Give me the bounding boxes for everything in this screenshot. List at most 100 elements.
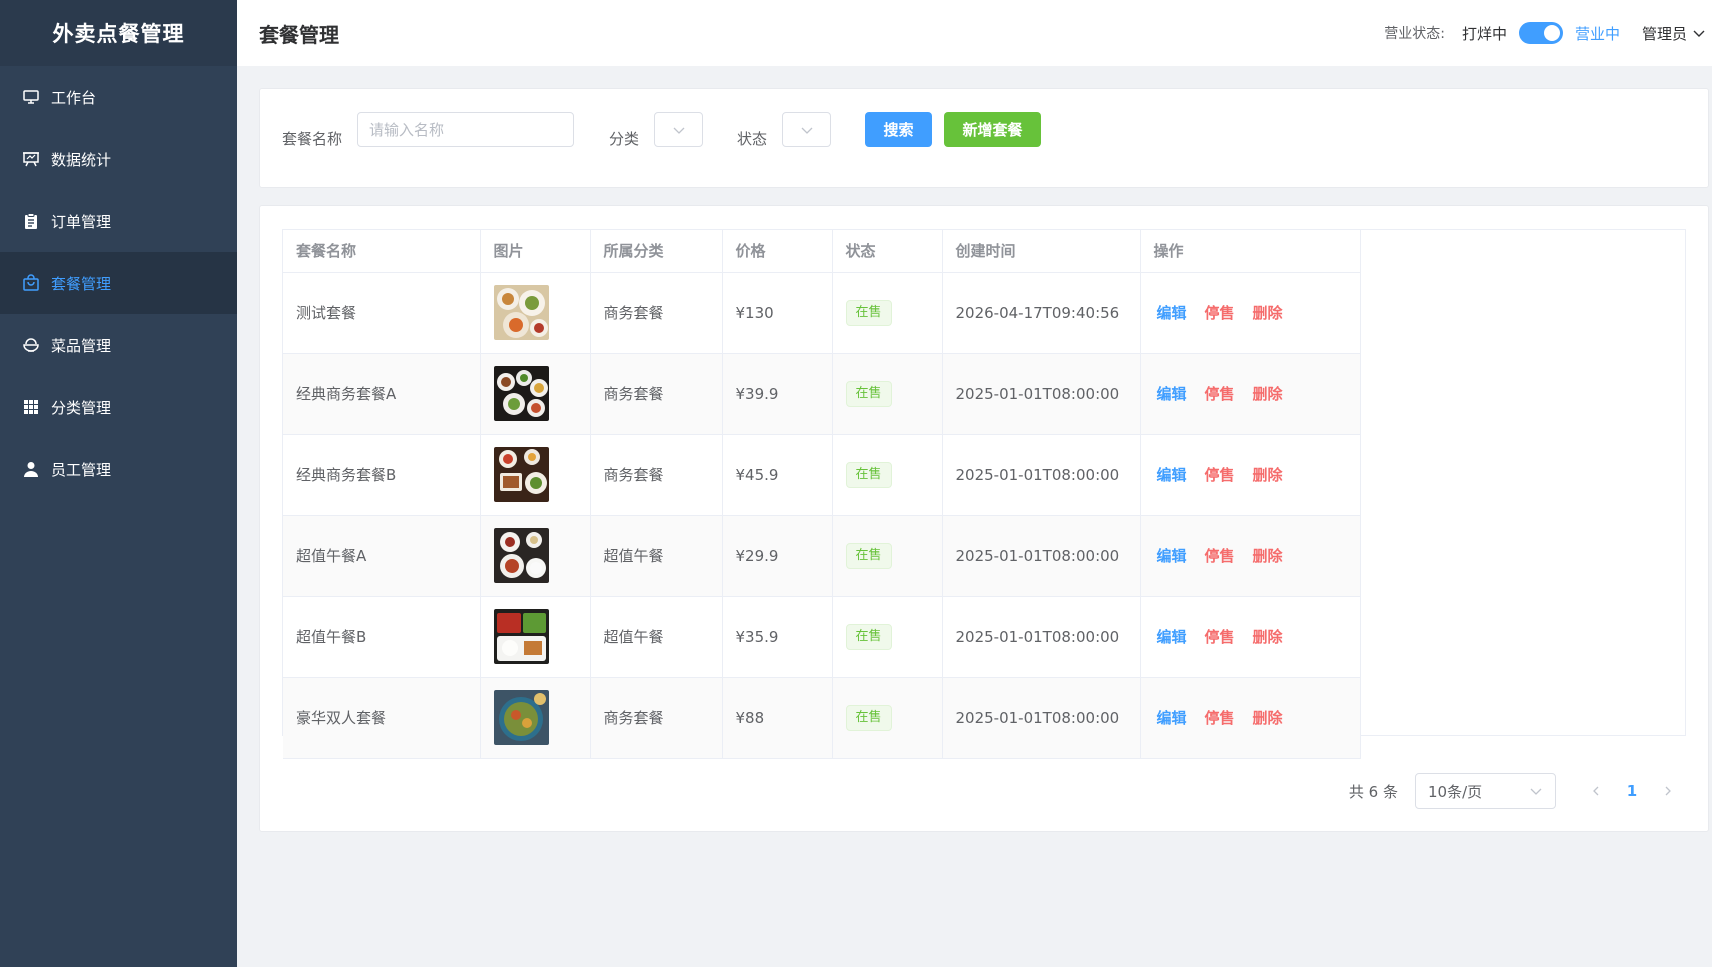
- grid-icon: [22, 398, 40, 416]
- delete-link[interactable]: 删除: [1253, 466, 1283, 484]
- page-size-select[interactable]: 10条/页: [1415, 773, 1556, 809]
- add-setmeal-button[interactable]: 新增套餐: [944, 112, 1041, 147]
- row-name: 经典商务套餐B: [283, 434, 481, 516]
- row-image-cell: [480, 515, 591, 597]
- chevron-right-icon: [1665, 786, 1671, 796]
- category-filter-label: 分类: [609, 130, 640, 148]
- row-created: 2025-01-01T08:00:00: [942, 515, 1141, 597]
- sidebar-item-label: 订单管理: [51, 212, 112, 231]
- column-header-created: 创建时间: [942, 230, 1141, 273]
- table-row: 超值午餐A 超值午餐 ¥29.9 在售 2025-01-01T08:00:00 …: [283, 515, 1361, 597]
- edit-link[interactable]: 编辑: [1157, 466, 1187, 484]
- row-name: 经典商务套餐A: [283, 353, 481, 435]
- name-search-input[interactable]: [357, 112, 574, 147]
- table-header-row: 套餐名称 图片 所属分类 价格 状态 创建时间 操作: [283, 230, 1361, 273]
- row-status-cell: 在售: [832, 272, 943, 354]
- delete-link[interactable]: 删除: [1253, 628, 1283, 646]
- pagination: 共 6 条 10条/页 1: [1349, 773, 1686, 809]
- row-created: 2026-04-17T09:40:56: [942, 272, 1141, 354]
- category-select[interactable]: [654, 112, 703, 147]
- admin-dropdown[interactable]: 管理员: [1642, 23, 1706, 44]
- row-status-cell: 在售: [832, 677, 943, 759]
- table-panel: 套餐名称 图片 所属分类 价格 状态 创建时间 操作 测试套餐 商务套餐 ¥13…: [259, 205, 1709, 832]
- row-status-cell: 在售: [832, 353, 943, 435]
- row-price: ¥29.9: [722, 515, 833, 597]
- setmeal-table: 套餐名称 图片 所属分类 价格 状态 创建时间 操作 测试套餐 商务套餐 ¥13…: [283, 230, 1361, 759]
- delete-link[interactable]: 删除: [1253, 709, 1283, 727]
- row-image-cell: [480, 596, 591, 678]
- row-price: ¥39.9: [722, 353, 833, 435]
- row-status-cell: 在售: [832, 596, 943, 678]
- row-category: 商务套餐: [590, 272, 723, 354]
- stop-sale-link[interactable]: 停售: [1205, 466, 1235, 484]
- status-badge: 在售: [845, 380, 892, 407]
- chevron-down-icon: [801, 127, 812, 134]
- page-size-value: 10条/页: [1428, 782, 1483, 801]
- edit-link[interactable]: 编辑: [1157, 304, 1187, 322]
- status-badge: 在售: [845, 623, 892, 650]
- row-category: 商务套餐: [590, 677, 723, 759]
- column-header-image: 图片: [480, 230, 591, 273]
- sidebar-item-categories[interactable]: 分类管理: [0, 376, 237, 438]
- table-row: 超值午餐B 超值午餐 ¥35.9 在售 2025-01-01T08:00:00 …: [283, 596, 1361, 678]
- sidebar-item-dishes[interactable]: 菜品管理: [0, 314, 237, 376]
- stop-sale-link[interactable]: 停售: [1205, 628, 1235, 646]
- row-price: ¥130: [722, 272, 833, 354]
- edit-link[interactable]: 编辑: [1157, 547, 1187, 565]
- sidebar-item-setmeal[interactable]: 套餐管理: [0, 252, 237, 314]
- row-image-cell: [480, 272, 591, 354]
- edit-link[interactable]: 编辑: [1157, 709, 1187, 727]
- stop-sale-link[interactable]: 停售: [1205, 385, 1235, 403]
- row-actions-cell: 编辑 停售 删除: [1140, 272, 1361, 354]
- delete-link[interactable]: 删除: [1253, 385, 1283, 403]
- status-badge: 在售: [845, 461, 892, 488]
- sidebar-item-label: 工作台: [51, 88, 97, 107]
- sidebar-item-statistics[interactable]: 数据统计: [0, 128, 237, 190]
- top-header: 套餐管理 营业状态: 打烊中 营业中 管理员: [237, 0, 1712, 66]
- row-created: 2025-01-01T08:00:00: [942, 677, 1141, 759]
- row-actions-cell: 编辑 停售 删除: [1140, 434, 1361, 516]
- shopping-bag-icon: [22, 274, 40, 292]
- row-actions-cell: 编辑 停售 删除: [1140, 515, 1361, 597]
- sidebar-item-dashboard[interactable]: 工作台: [0, 66, 237, 128]
- food-photo-thumbnail: [493, 690, 549, 745]
- delete-link[interactable]: 删除: [1253, 304, 1283, 322]
- status-select[interactable]: [782, 112, 831, 147]
- food-photo-thumbnail: [493, 528, 549, 583]
- stop-sale-link[interactable]: 停售: [1205, 547, 1235, 565]
- column-header-name: 套餐名称: [283, 230, 481, 273]
- sidebar-item-orders[interactable]: 订单管理: [0, 190, 237, 252]
- delete-link[interactable]: 删除: [1253, 547, 1283, 565]
- sidebar-item-employees[interactable]: 员工管理: [0, 438, 237, 500]
- table-row: 经典商务套餐B 商务套餐 ¥45.9 在售 2025-01-01T08:00:0…: [283, 434, 1361, 516]
- food-photo-thumbnail: [493, 285, 549, 340]
- search-button[interactable]: 搜索: [865, 112, 932, 147]
- search-panel: 套餐名称 分类 状态 搜索 新增套餐: [259, 88, 1709, 188]
- sidebar: 外卖点餐管理 工作台 数据统计 订单管理 套餐管理 菜品管理 分类管理 员工管理: [0, 0, 237, 967]
- sidebar-item-label: 菜品管理: [51, 336, 112, 355]
- business-open-label: 营业中: [1574, 24, 1620, 43]
- data-table-frame: 套餐名称 图片 所属分类 价格 状态 创建时间 操作 测试套餐 商务套餐 ¥13…: [282, 229, 1686, 759]
- next-page-button[interactable]: [1650, 773, 1686, 809]
- edit-link[interactable]: 编辑: [1157, 628, 1187, 646]
- prev-page-button[interactable]: [1578, 773, 1614, 809]
- page-number-button[interactable]: 1: [1614, 773, 1650, 809]
- row-price: ¥88: [722, 677, 833, 759]
- business-status-toggle[interactable]: [1518, 22, 1563, 44]
- food-bowl-icon: [22, 336, 40, 354]
- edit-link[interactable]: 编辑: [1157, 385, 1187, 403]
- row-image-cell: [480, 677, 591, 759]
- current-page: 1: [1626, 782, 1638, 800]
- chevron-down-icon: [1693, 30, 1705, 37]
- column-header-status: 状态: [832, 230, 943, 273]
- stop-sale-link[interactable]: 停售: [1205, 709, 1235, 727]
- stop-sale-link[interactable]: 停售: [1205, 304, 1235, 322]
- row-created: 2025-01-01T08:00:00: [942, 353, 1141, 435]
- row-name: 超值午餐A: [283, 515, 481, 597]
- row-category: 超值午餐: [590, 596, 723, 678]
- row-created: 2025-01-01T08:00:00: [942, 596, 1141, 678]
- chevron-left-icon: [1593, 786, 1599, 796]
- name-filter-label: 套餐名称: [282, 130, 343, 148]
- row-actions-cell: 编辑 停售 删除: [1140, 677, 1361, 759]
- monitor-icon: [22, 88, 40, 106]
